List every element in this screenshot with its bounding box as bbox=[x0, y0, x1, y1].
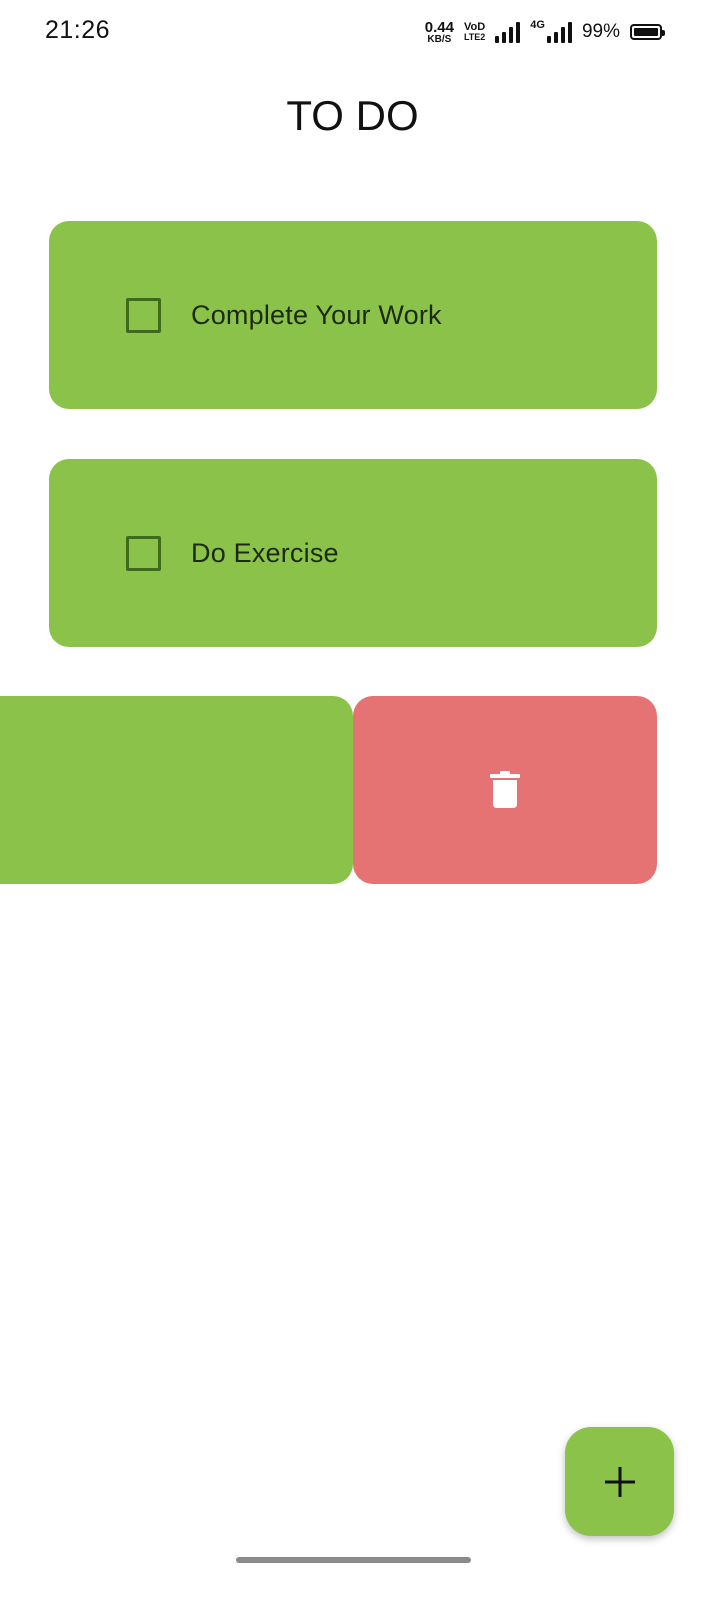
battery-icon bbox=[630, 24, 665, 40]
network-speed-value: 0.44 bbox=[424, 18, 454, 36]
volte-icon: VoD LTE2 bbox=[463, 21, 486, 42]
todo-checkbox[interactable] bbox=[126, 535, 161, 571]
todo-checkbox[interactable] bbox=[126, 297, 161, 333]
network-speed-unit: KB/S bbox=[427, 33, 452, 45]
battery-percent: 99% bbox=[581, 21, 620, 42]
signal-icon bbox=[495, 21, 521, 43]
status-icons: 0.44 KB/S VoD LTE2 4G 99% bbox=[425, 16, 665, 48]
add-todo-button[interactable] bbox=[565, 1427, 674, 1536]
page-title: TO DO bbox=[286, 92, 419, 139]
plus-icon bbox=[604, 1466, 635, 1497]
network-speed: 0.44 KB/S bbox=[425, 20, 454, 45]
status-bar: 21:26 0.44 KB/S VoD LTE2 4G 99% bbox=[0, 0, 720, 64]
network-type-label: 4G bbox=[530, 19, 545, 31]
status-time: 21:26 bbox=[45, 16, 111, 44]
home-indicator[interactable] bbox=[236, 1557, 471, 1563]
todo-label: Do Exercise bbox=[191, 537, 339, 568]
todo-label: Complete Your Work bbox=[191, 299, 442, 330]
todo-item[interactable]: Complete Your Work bbox=[49, 221, 657, 409]
todo-item[interactable]: Do Exercise bbox=[49, 459, 657, 647]
signal-4g-icon: 4G bbox=[530, 19, 572, 43]
delete-button[interactable] bbox=[353, 696, 657, 884]
battery-fill bbox=[634, 28, 658, 36]
todo-item-swiped[interactable] bbox=[0, 696, 353, 884]
trash-icon bbox=[490, 771, 520, 808]
